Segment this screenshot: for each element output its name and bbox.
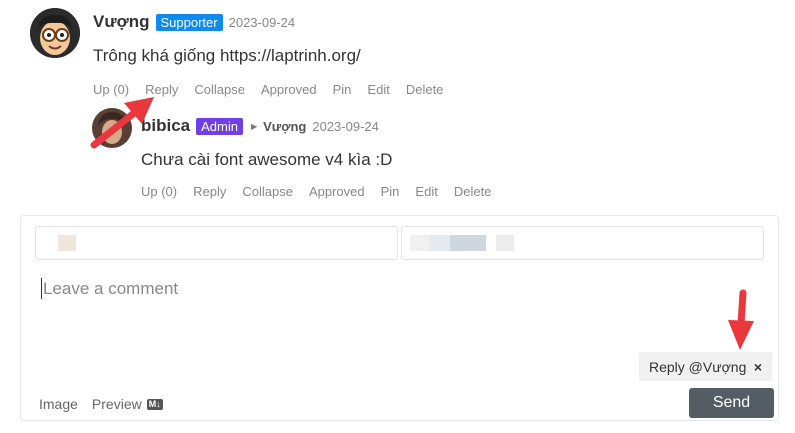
reply-text: Chưa cài font awesome v4 kìa :D [141,150,393,169]
reply-to-user[interactable]: Vượng [263,119,306,134]
admin-badge: Admin [196,117,243,135]
close-icon[interactable]: × [754,359,762,375]
reply-date: 2023-09-24 [312,118,379,134]
preview-label: Preview [91,396,142,412]
pin-button[interactable]: Pin [381,184,400,199]
blurred-value [58,235,76,251]
reply-to-chip: Reply @Vượng × [639,352,772,381]
avatar [92,108,132,148]
collapse-button[interactable]: Collapse [194,82,245,97]
text-cursor [41,278,42,299]
comment-actions: Up (0) Reply Collapse Approved Pin Edit … [93,82,443,97]
caret-right-icon: ▶ [250,121,258,131]
markdown-icon: M↓ [146,398,163,410]
comment-date: 2023-09-24 [228,14,296,30]
upvote-button[interactable]: Up (0) [93,82,129,97]
upvote-button[interactable]: Up (0) [141,184,177,199]
approved-button[interactable]: Approved [309,184,365,199]
comment-author[interactable]: Vượng [93,12,150,32]
collapse-button[interactable]: Collapse [242,184,293,199]
reply-button[interactable]: Reply [145,82,178,97]
reply-button[interactable]: Reply [193,184,226,199]
avatar [30,8,80,58]
image-button[interactable]: Image [39,396,78,412]
reply-chip-label: Reply @Vượng [649,358,747,375]
edit-button[interactable]: Edit [367,82,389,97]
comment-text: Trông khá giống https://laptrinh.org/ [93,46,361,65]
comment-editor: Leave a comment Image Preview M↓ [20,215,779,421]
comment-textarea[interactable]: Leave a comment [43,279,178,299]
reply-actions: Up (0) Reply Collapse Approved Pin Edit … [141,184,491,199]
supporter-badge: Supporter [155,13,223,31]
edit-button[interactable]: Edit [415,184,437,199]
reply-author[interactable]: bibica [141,116,190,136]
send-button[interactable]: Send [689,388,774,418]
email-field[interactable] [401,226,764,260]
delete-button[interactable]: Delete [406,82,444,97]
blurred-value [410,235,514,251]
delete-button[interactable]: Delete [454,184,492,199]
approved-button[interactable]: Approved [261,82,317,97]
preview-button[interactable]: Preview M↓ [92,396,163,412]
name-field[interactable] [35,226,398,260]
pin-button[interactable]: Pin [333,82,352,97]
